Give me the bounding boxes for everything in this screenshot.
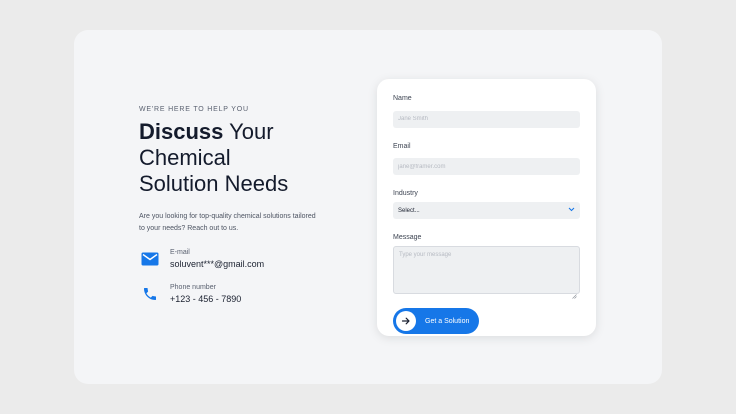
page-title-line-2: Chemical xyxy=(139,145,231,170)
contact-email: E-mail soluvent***@gmail.com xyxy=(139,248,339,270)
industry-field-group: Industry Select... xyxy=(393,189,580,219)
name-label: Name xyxy=(393,95,412,102)
message-textarea[interactable] xyxy=(393,246,580,294)
industry-selected-value: Select... xyxy=(398,207,420,214)
contact-section-card: WE'RE HERE TO HELP YOU Discuss Your Chem… xyxy=(74,30,662,384)
industry-select[interactable]: Select... xyxy=(393,202,580,219)
phone-icon xyxy=(139,283,161,305)
chevron-down-icon xyxy=(568,207,575,214)
phone-label: Phone number xyxy=(170,284,216,291)
email-value: soluvent***@gmail.com xyxy=(170,259,265,269)
description-text: Are you looking for top-quality chemical… xyxy=(139,213,316,232)
email-input[interactable] xyxy=(393,158,580,175)
email-field-label: Email xyxy=(393,142,411,150)
page-title-line-3: Solution Needs xyxy=(139,171,289,196)
mail-icon xyxy=(139,248,161,270)
message-wrapper xyxy=(393,246,580,299)
page-title-bold: Discuss xyxy=(139,119,224,144)
name-input[interactable] xyxy=(393,110,580,128)
page-title: Discuss Your Chemical Solution Needs xyxy=(139,119,319,197)
industry-label: Industry xyxy=(393,190,418,197)
message-field-group: Message xyxy=(393,233,580,299)
get-solution-button[interactable]: Get a Solution xyxy=(393,308,479,334)
contact-info: WE'RE HERE TO HELP YOU Discuss Your Chem… xyxy=(139,106,339,305)
get-solution-label: Get a Solution xyxy=(425,317,470,325)
resize-handle-icon[interactable] xyxy=(572,286,577,299)
name-field-group: Name xyxy=(393,94,580,128)
email-label: E-mail xyxy=(170,249,190,256)
contact-phone: Phone number +123 - 456 - 7890 xyxy=(139,283,339,305)
message-label: Message xyxy=(393,234,422,241)
phone-value: +123 - 456 - 7890 xyxy=(170,294,242,304)
arrow-right-icon xyxy=(396,311,416,331)
email-field-group: Email xyxy=(393,142,580,175)
page-title-word: Your xyxy=(229,119,274,144)
contact-form: Name Email Industry Select... Message xyxy=(377,79,596,336)
eyebrow-text: WE'RE HERE TO HELP YOU xyxy=(139,106,249,113)
